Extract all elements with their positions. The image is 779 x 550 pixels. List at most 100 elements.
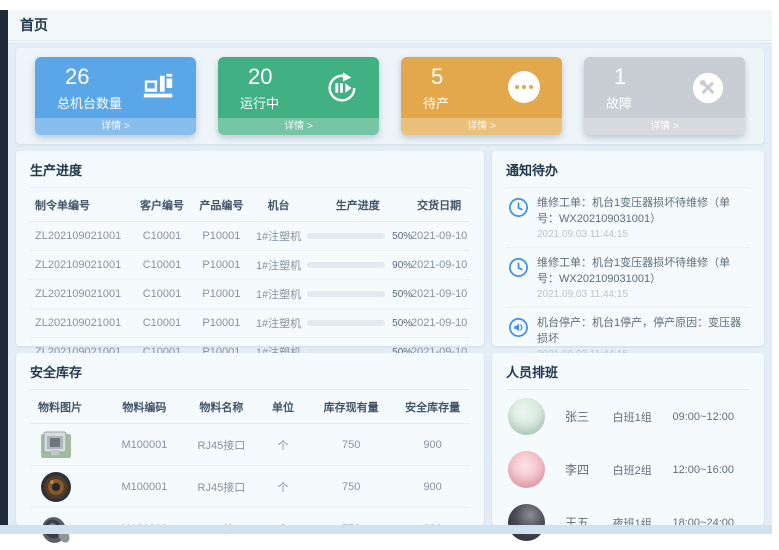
progress-bar	[307, 291, 385, 297]
progress-cell: 90%	[307, 251, 408, 280]
safety-stock-panel: 安全库存 物料图片 物料编码 物料名称 单位 库存现有量 安全库存量	[16, 353, 484, 525]
top-header: 首页	[8, 10, 772, 41]
stat-card-total-machines[interactable]: 26 总机台数量 详情 >	[35, 57, 196, 135]
running-icon	[325, 71, 359, 105]
table-row: ZL202109021001 C10001 P10001 1#注塑机 90% 2…	[30, 251, 470, 280]
stat-value: 5	[431, 64, 443, 90]
panel-title: 人员排班	[506, 362, 750, 390]
progress-cell: 50%	[307, 309, 408, 338]
machine-name: 1#注塑机	[250, 280, 307, 309]
production-progress-panel: 生产进度 制令单编号 客户编号 产品编号 机台 生产进度 交货日期	[16, 151, 484, 346]
material-code: M100001	[105, 466, 184, 508]
material-name: RJ45接口	[184, 466, 259, 508]
notification-text: 维修工单：机台1变压器损坏待维修（单号：WX202109031001）	[537, 256, 750, 288]
customer-no: C10001	[131, 309, 193, 338]
avatar	[508, 451, 545, 488]
stat-label: 总机台数量	[57, 93, 122, 112]
progress-label: 50%	[392, 289, 412, 300]
detail-link[interactable]: 详情 >	[401, 118, 562, 135]
column-header: 机台	[250, 188, 307, 222]
customer-no: C10001	[131, 280, 193, 309]
material-code: M100001	[105, 424, 184, 466]
product-no: P10001	[193, 309, 250, 338]
product-no: P10001	[193, 222, 250, 251]
column-header: 交货日期	[408, 188, 470, 222]
page-title-home-tab[interactable]: 首页	[8, 15, 48, 35]
stat-value: 1	[614, 64, 626, 90]
table-row: M100001 RJ45接口 个 750 900	[30, 466, 470, 508]
shift-time: 09:00~12:00	[673, 411, 748, 423]
column-header: 产品编号	[193, 188, 250, 222]
table-row: ZL202109021001 C10001 P10001 1#注塑机 50% 2…	[30, 222, 470, 251]
column-header: 物料编码	[105, 390, 184, 424]
material-image-cell	[30, 466, 105, 508]
detail-link[interactable]: 详情 >	[35, 118, 196, 135]
product-no: P10001	[193, 251, 250, 280]
shift-time: 12:00~16:00	[673, 464, 748, 476]
stat-value: 20	[248, 64, 272, 90]
shift-label: 白班1组	[613, 409, 673, 425]
notification-item[interactable]: 维修工单：机台1变压器损坏待维修（单号：WX202109031001） 2021…	[506, 248, 750, 308]
shift-label: 白班2组	[613, 462, 673, 478]
stat-card-fault[interactable]: 1 故障 详情 >	[584, 57, 745, 135]
material-unit: 个	[259, 466, 307, 508]
notification-text: 机台停产：机台1停产，停产原因：变压器损坏	[537, 316, 750, 348]
avatar	[508, 504, 545, 541]
stat-value: 26	[65, 64, 89, 90]
bottom-strip	[0, 525, 772, 534]
progress-label: 90%	[392, 260, 412, 271]
safety-qty: 900	[395, 424, 470, 466]
order-no: ZL202109021001	[30, 251, 131, 280]
employee-name: 张三	[565, 408, 613, 425]
clock-icon	[508, 257, 529, 278]
progress-cell: 50%	[307, 280, 408, 309]
column-header: 制令单编号	[30, 188, 131, 222]
customer-no: C10001	[131, 251, 193, 280]
notification-item[interactable]: 维修工单：机台1变压器损坏待维修（单号：WX202109031001） 2021…	[506, 188, 750, 248]
material-unit: 个	[259, 424, 307, 466]
avatar	[508, 398, 545, 435]
stat-card-running[interactable]: 20 运行中 详情 >	[218, 57, 379, 135]
table-row: ZL202109021001 C10001 P10001 1#注塑机 50% 2…	[30, 280, 470, 309]
stats-panel: 26 总机台数量 详情 > 20 运行中	[16, 48, 764, 144]
stat-label: 运行中	[240, 93, 279, 112]
machine-name: 1#注塑机	[250, 222, 307, 251]
safety-qty: 900	[395, 466, 470, 508]
column-header: 单位	[259, 390, 307, 424]
schedule-row: 张三 白班1组 09:00~12:00	[506, 390, 750, 443]
dashboard-content: 26 总机台数量 详情 > 20 运行中	[8, 42, 772, 525]
machine-name: 1#注塑机	[250, 251, 307, 280]
speaker-icon	[508, 317, 529, 338]
detail-link[interactable]: 详情 >	[218, 118, 379, 135]
progress-bar	[307, 233, 385, 239]
column-header: 客户编号	[131, 188, 193, 222]
panel-title: 安全库存	[30, 362, 470, 390]
stock-qty: 750	[307, 466, 395, 508]
schedule-row: 李四 白班2组 12:00~16:00	[506, 443, 750, 496]
column-header: 生产进度	[307, 188, 408, 222]
material-name: RJ45接口	[184, 424, 259, 466]
tools-icon	[691, 71, 725, 105]
progress-cell: 50%	[307, 222, 408, 251]
detail-link[interactable]: 详情 >	[584, 118, 745, 135]
progress-bar	[307, 320, 385, 326]
customer-no: C10001	[131, 222, 193, 251]
sidebar-edge	[0, 10, 8, 534]
notification-time: 2021.09.03 11:44:15	[537, 229, 750, 240]
progress-bar	[307, 262, 385, 268]
more-icon	[508, 71, 542, 105]
round-speaker-image	[38, 470, 74, 504]
notification-time: 2021.09.03 11:44:15	[537, 289, 750, 300]
delivery-date: 2021-09-10	[408, 309, 470, 338]
order-no: ZL202109021001	[30, 309, 131, 338]
order-no: ZL202109021001	[30, 222, 131, 251]
stock-qty: 750	[307, 424, 395, 466]
employee-name: 李四	[565, 461, 613, 478]
panel-title: 生产进度	[30, 160, 470, 188]
stat-card-pending[interactable]: 5 待产 详情 >	[401, 57, 562, 135]
delivery-date: 2021-09-10	[408, 251, 470, 280]
machine-icon	[142, 71, 176, 105]
production-table: 制令单编号 客户编号 产品编号 机台 生产进度 交货日期 ZL202109021…	[30, 188, 470, 367]
table-row: ZL202109021001 C10001 P10001 1#注塑机 50% 2…	[30, 309, 470, 338]
column-header: 物料图片	[30, 390, 105, 424]
